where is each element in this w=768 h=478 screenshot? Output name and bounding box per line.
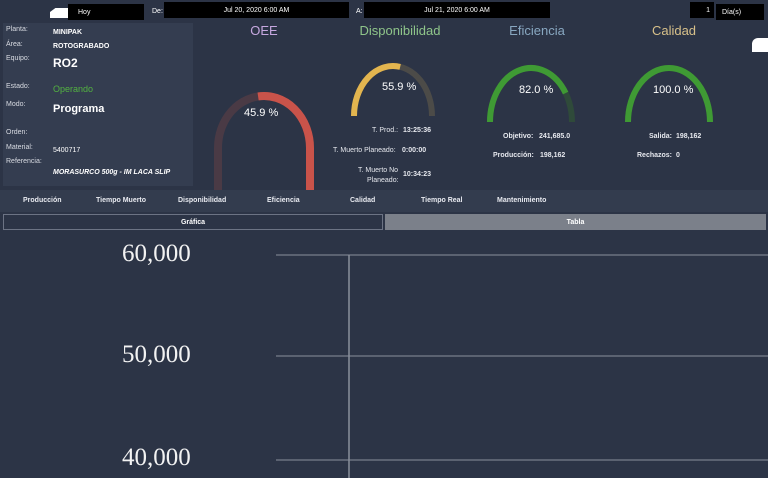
unplanned-downtime-value: 10:34:23 [403, 171, 432, 178]
status-label: Estado: [6, 83, 30, 90]
mode-value: Programa [53, 103, 105, 115]
tab-downtime[interactable]: Tiempo Muerto [96, 197, 146, 204]
prod-time-value: 13:25:36 [403, 127, 432, 134]
equipment-value: RO2 [53, 56, 78, 70]
production-label: Producción: [493, 152, 534, 159]
tab-maintenance[interactable]: Mantenimiento [497, 197, 546, 204]
plant-value: MINIPAK [53, 29, 83, 36]
y-tick-60000: 60,000 [122, 240, 191, 267]
area-label: Área: [6, 41, 23, 48]
main-tabs: Producción Tiempo Muerto Disponibilidad … [0, 190, 768, 212]
oee-value: 45.9 % [244, 107, 279, 119]
tab-efficiency[interactable]: Eficiencia [267, 197, 300, 204]
side-panel-handle[interactable] [752, 38, 768, 52]
to-label: A: [356, 8, 363, 15]
from-label: De: [152, 8, 163, 15]
days-count-input[interactable]: 1 [690, 2, 714, 18]
unplanned-downtime-label-1: T. Muerto No [358, 167, 399, 174]
order-label: Orden: [6, 129, 28, 136]
period-select[interactable]: Hoy [68, 4, 144, 20]
reference-value: MORASURCO 500g - IM LACA SLIP [53, 169, 171, 176]
quality-title: Calidad [651, 23, 697, 38]
mode-label: Modo: [6, 101, 26, 108]
plant-label: Planta: [6, 26, 28, 33]
oee-gauge [214, 92, 314, 190]
tab-chart-view[interactable]: Gráfica [3, 214, 383, 230]
material-value: 5400717 [53, 147, 81, 154]
unplanned-downtime-label-2: Planeado: [367, 177, 399, 184]
output-label: Salida: [649, 133, 672, 140]
reference-label: Referencia: [6, 158, 42, 165]
production-chart-grid [276, 254, 768, 478]
material-label: Material: [6, 144, 33, 151]
equipment-label: Equipo: [6, 55, 30, 62]
rejects-label: Rechazos: [637, 152, 673, 159]
production-chart: 60,000 50,000 40,000 [0, 231, 768, 478]
efficiency-title: Eficiencia [509, 23, 565, 38]
area-value: ROTOGRABADO [53, 43, 110, 50]
y-tick-40000: 40,000 [122, 444, 191, 471]
efficiency-value: 82.0 % [519, 84, 554, 96]
quality-value: 100.0 % [653, 84, 694, 96]
availability-title: Disponibilidad [359, 23, 441, 38]
tab-real-time[interactable]: Tiempo Real [421, 197, 463, 204]
prod-time-label: T. Prod.: [372, 127, 399, 134]
tab-production[interactable]: Producción [23, 197, 62, 204]
equipment-info-panel: Planta: MINIPAK Área: ROTOGRABADO Equipo… [3, 23, 193, 186]
planned-downtime-value: 0:00:00 [402, 147, 427, 154]
availability-value: 55.9 % [382, 81, 417, 93]
from-date-input[interactable]: Jul 20, 2020 6:00 AM [164, 2, 349, 18]
tab-table-view[interactable]: Tabla [385, 214, 766, 230]
production-value: 198,162 [540, 152, 566, 159]
tab-quality[interactable]: Calidad [350, 197, 375, 204]
status-value: Operando [53, 84, 94, 94]
rejects-value: 0 [676, 152, 680, 159]
days-unit-select[interactable]: Día(s) [716, 4, 764, 20]
target-value: 241,685.0 [539, 133, 571, 140]
to-date-input[interactable]: Jul 21, 2020 6:00 AM [364, 2, 550, 18]
y-tick-50000: 50,000 [122, 341, 191, 368]
output-value: 198,162 [676, 133, 702, 140]
tab-availability[interactable]: Disponibilidad [178, 197, 226, 204]
target-label: Objetivo: [503, 133, 534, 140]
oee-title: OEE [250, 23, 278, 38]
planned-downtime-label: T. Muerto Planeado: [333, 147, 396, 154]
